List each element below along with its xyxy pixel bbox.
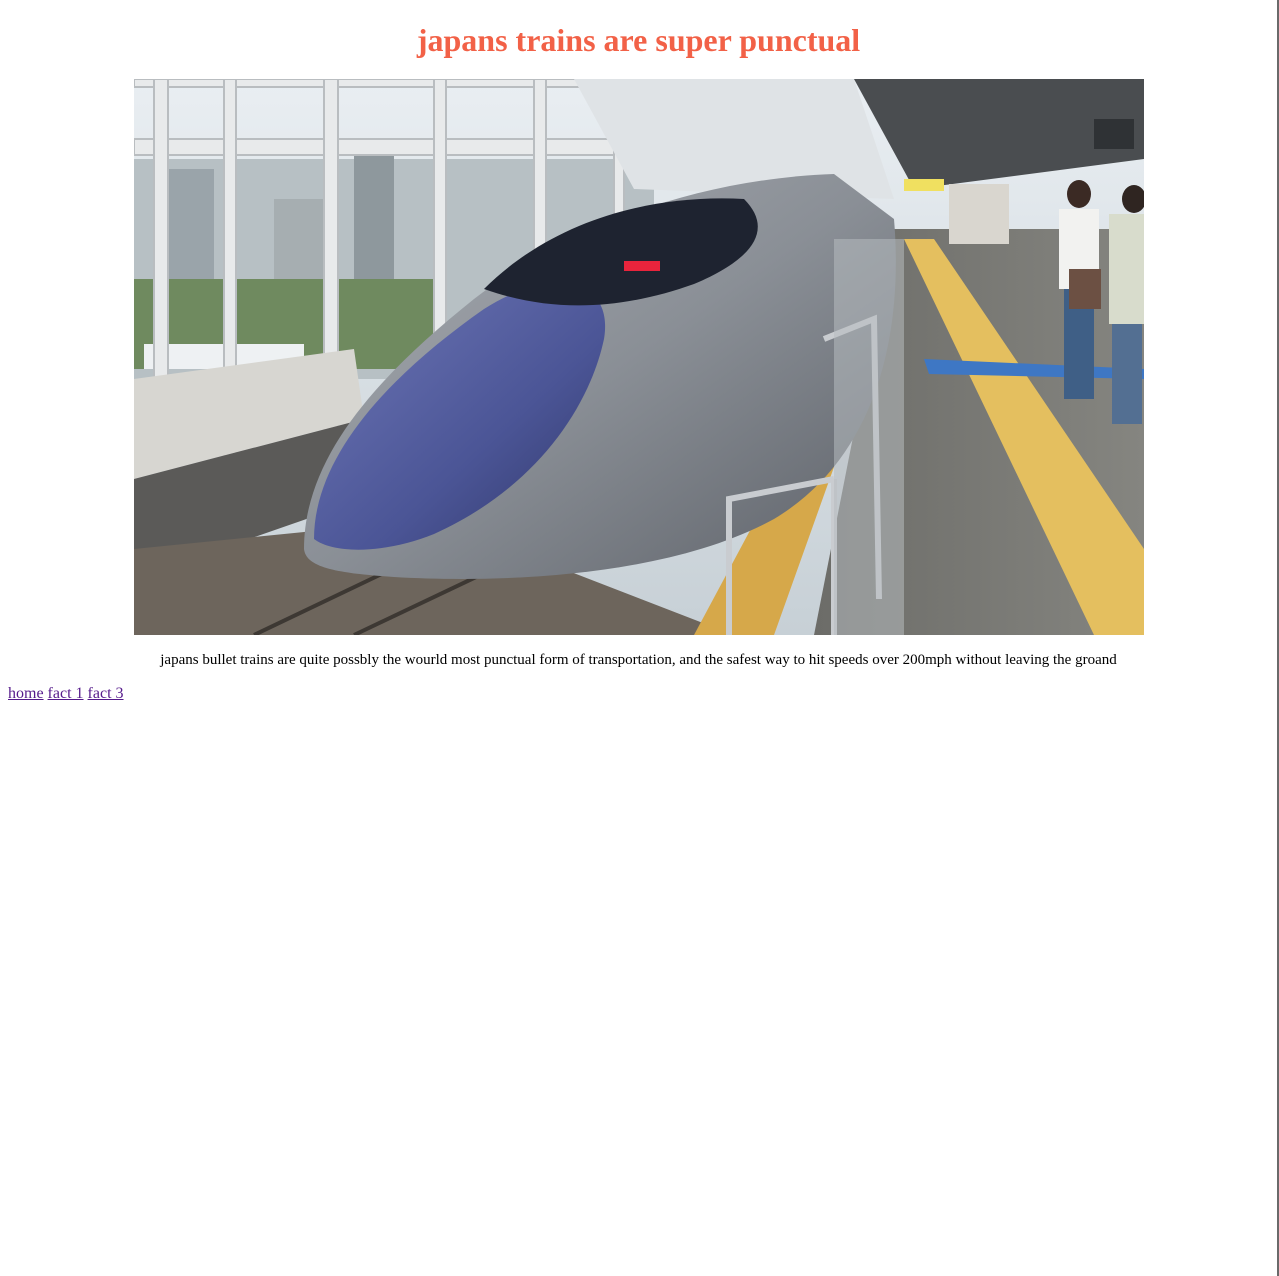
page-navigation: home fact 1 fact 3 [8,684,124,704]
bullet-train-photo [134,79,1144,635]
nav-link-home[interactable]: home [8,685,44,702]
nav-link-fact-1[interactable]: fact 1 [48,685,84,702]
nav-link-fact-3[interactable]: fact 3 [88,685,124,702]
caption-text: japans bullet trains are quite possbly t… [160,652,1117,668]
page-title: japans trains are super punctual [416,22,861,58]
